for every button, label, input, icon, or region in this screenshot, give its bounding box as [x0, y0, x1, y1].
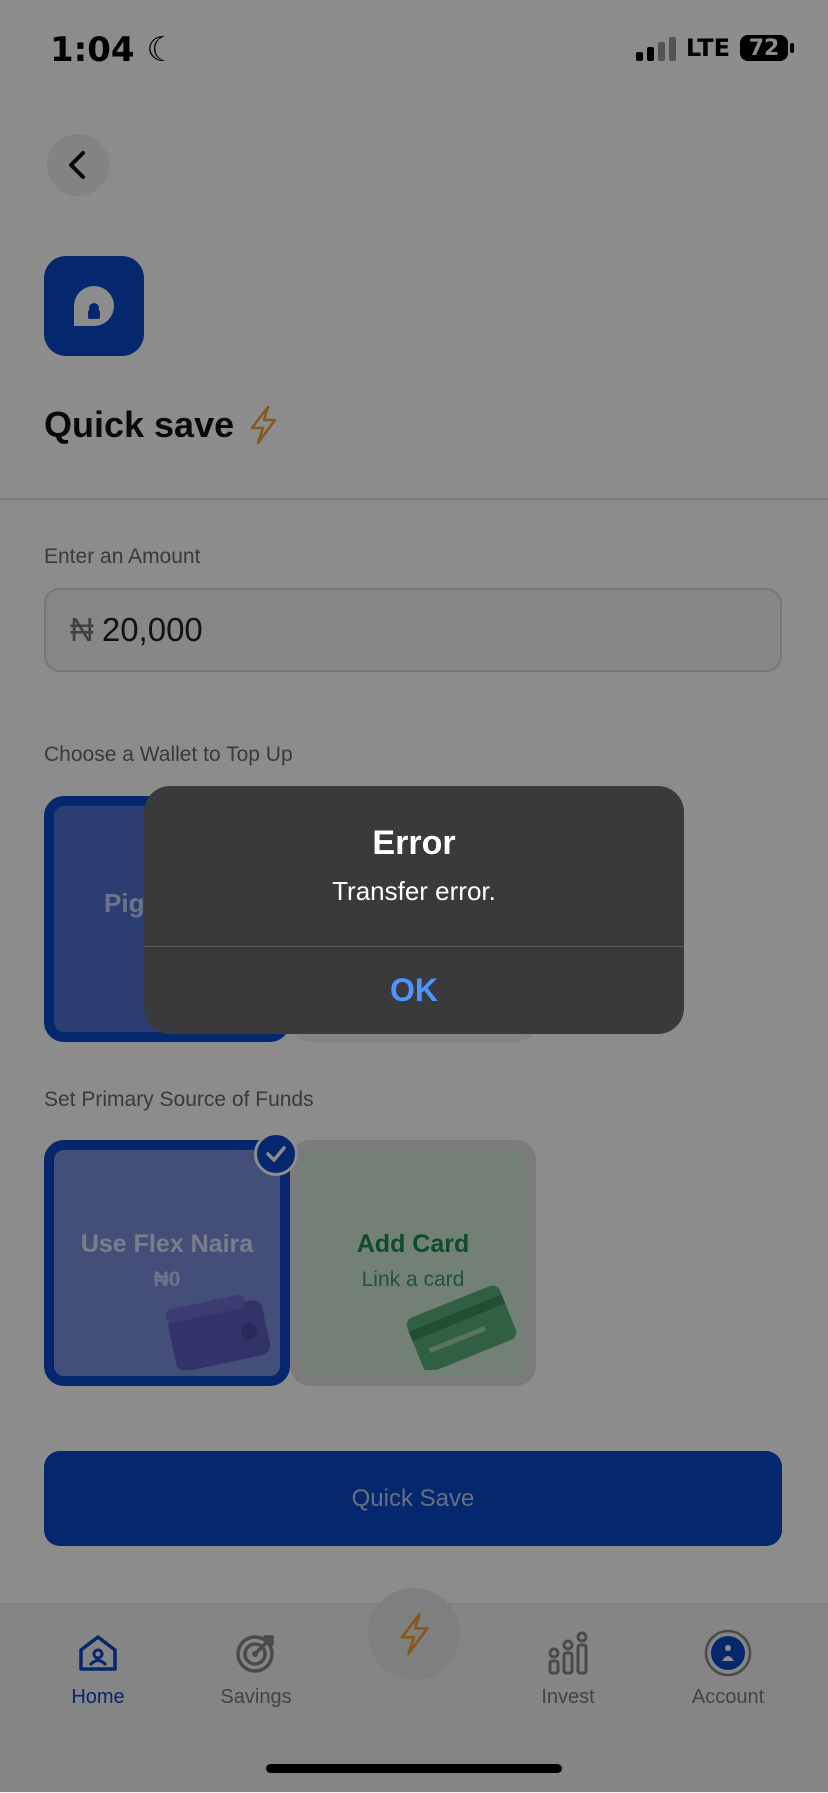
alert-title: Error: [372, 824, 456, 862]
alert-message: Transfer error.: [332, 876, 496, 906]
alert-ok-button[interactable]: OK: [144, 947, 684, 1034]
error-alert: Error Transfer error. OK: [144, 786, 684, 1034]
